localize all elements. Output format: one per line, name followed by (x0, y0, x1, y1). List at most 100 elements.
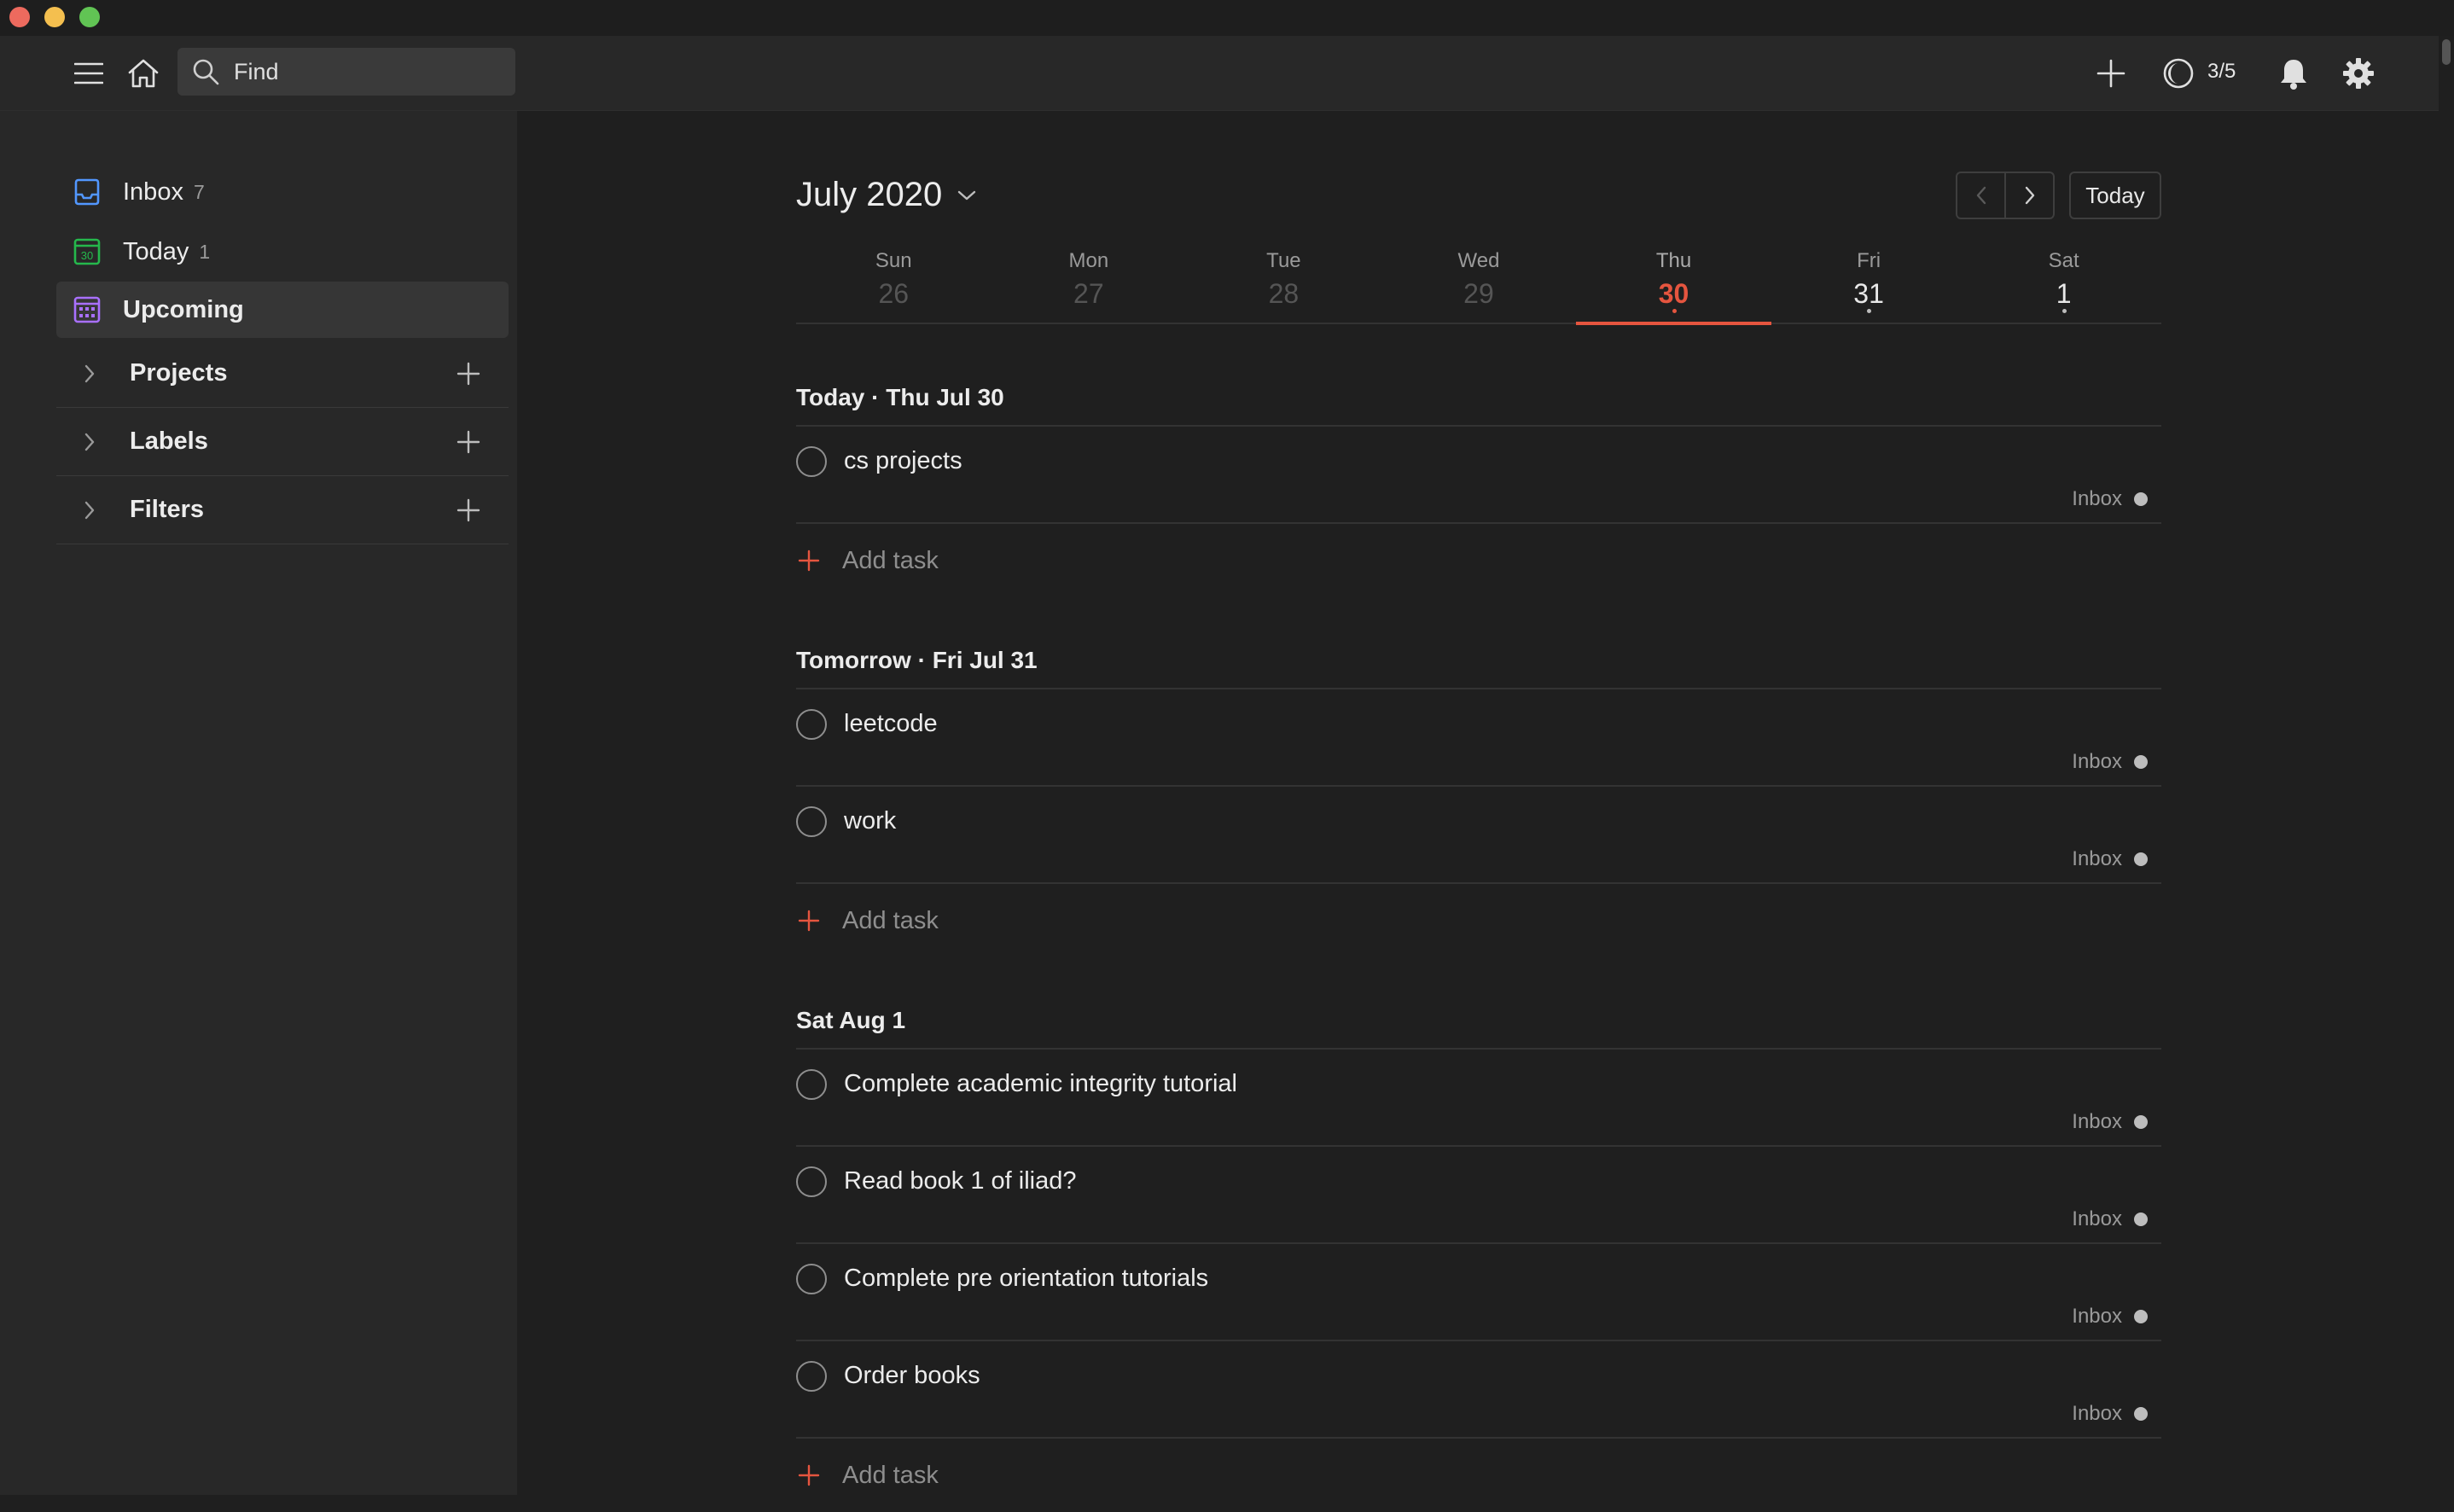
day-wed[interactable]: Wed 29 (1381, 237, 1577, 323)
task-name[interactable]: work (844, 807, 896, 835)
task-item[interactable]: cs projects Inbox (796, 427, 2161, 524)
task-item[interactable]: Read book 1 of iliad? Inbox (796, 1147, 2161, 1244)
bell-icon[interactable] (2275, 55, 2312, 92)
day-thu[interactable]: Thu 30 (1576, 237, 1771, 325)
task-name[interactable]: leetcode (844, 710, 938, 738)
add-task-label: Add task (842, 546, 939, 574)
chevron-right-icon[interactable] (75, 427, 104, 457)
task-name[interactable]: Complete pre orientation tutorials (844, 1265, 1208, 1293)
menu-icon[interactable] (72, 56, 106, 90)
task-project[interactable]: Inbox (2072, 1402, 2148, 1426)
scrollbar[interactable] (2439, 36, 2454, 1495)
project-label: Inbox (2072, 1207, 2122, 1230)
karma-progress[interactable]: 3/5 (2207, 60, 2236, 84)
add-task-label: Add task (842, 1461, 939, 1489)
karma-icon[interactable] (2160, 55, 2196, 91)
task-checkbox[interactable] (796, 1361, 827, 1392)
task-project[interactable]: Inbox (2072, 847, 2148, 871)
day-group-header: Today · Thu Jul 30 (796, 370, 2161, 427)
task-name[interactable]: Read book 1 of iliad? (844, 1167, 1076, 1195)
task-project[interactable]: Inbox (2072, 1110, 2148, 1134)
has-tasks-dot (1672, 309, 1677, 313)
sidebar-item-label: Today (123, 237, 189, 265)
home-icon[interactable] (125, 55, 162, 92)
zoom-window-button[interactable] (79, 7, 100, 27)
today-button[interactable]: Today (2069, 172, 2161, 219)
task-project[interactable]: Inbox (2072, 487, 2148, 511)
sidebar-section-labels[interactable]: Labels (56, 408, 509, 476)
search-bar[interactable] (177, 48, 515, 96)
task-checkbox[interactable] (796, 1264, 827, 1294)
add-task-button[interactable]: Add task (796, 524, 2161, 597)
chevron-right-icon[interactable] (75, 359, 104, 388)
day-sun[interactable]: Sun 26 (796, 237, 991, 323)
chevron-down-icon (957, 183, 981, 207)
section-label: Projects (130, 359, 228, 387)
task-item[interactable]: work Inbox (796, 787, 2161, 884)
task-item[interactable]: Complete pre orientation tutorials Inbox (796, 1244, 2161, 1341)
minimize-window-button[interactable] (44, 7, 65, 27)
sidebar-item-label: Upcoming (123, 295, 244, 323)
calendar-upcoming-icon (72, 294, 102, 325)
sidebar-item-count: 1 (199, 240, 211, 263)
task-name[interactable]: Order books (844, 1362, 980, 1390)
day-sat[interactable]: Sat 1 (1966, 237, 2161, 323)
sidebar-section-projects[interactable]: Projects (56, 340, 509, 408)
has-tasks-dot (2061, 309, 2067, 313)
add-task-button[interactable]: Add task (796, 1439, 2161, 1512)
main-content: July 2020 Today Sun 26 Mon 27 Tue 28 Wed… (517, 111, 2439, 1495)
day-tue[interactable]: Tue 28 (1186, 237, 1381, 323)
day-number: 30 (1658, 278, 1689, 309)
add-label-icon[interactable] (454, 427, 483, 457)
previous-week-button[interactable] (1957, 173, 2004, 218)
task-project[interactable]: Inbox (2072, 750, 2148, 774)
sidebar-section-filters[interactable]: Filters (56, 476, 509, 544)
add-project-icon[interactable] (454, 359, 483, 388)
project-color-dot (2134, 1213, 2148, 1226)
day-mon[interactable]: Mon 27 (991, 237, 1187, 323)
sidebar: Inbox 7 30 Today 1 Upcoming Projects Lab… (0, 111, 517, 1495)
inbox-icon (72, 177, 102, 207)
scrollbar-thumb[interactable] (2442, 39, 2451, 65)
task-item[interactable]: Complete academic integrity tutorial Inb… (796, 1050, 2161, 1147)
search-input[interactable] (234, 58, 490, 85)
day-number: 26 (878, 278, 910, 309)
task-item[interactable]: leetcode Inbox (796, 689, 2161, 787)
day-name: Wed (1457, 249, 1500, 272)
task-checkbox[interactable] (796, 446, 827, 477)
window-titlebar (0, 0, 2454, 36)
sidebar-item-inbox[interactable]: Inbox 7 (56, 164, 509, 220)
add-task-button[interactable]: Add task (796, 884, 2161, 957)
next-week-button[interactable] (2004, 173, 2053, 218)
task-name[interactable]: cs projects (844, 447, 962, 475)
day-name: Sun (875, 249, 912, 272)
project-label: Inbox (2072, 487, 2122, 510)
task-checkbox[interactable] (796, 1069, 827, 1100)
task-project[interactable]: Inbox (2072, 1207, 2148, 1231)
project-label: Inbox (2072, 847, 2122, 870)
add-icon[interactable] (2092, 55, 2130, 92)
gear-icon[interactable] (2340, 55, 2377, 92)
task-item[interactable]: Order books Inbox (796, 1341, 2161, 1439)
day-number: 1 (2056, 278, 2072, 309)
month-picker[interactable]: July 2020 (796, 176, 981, 214)
project-color-dot (2134, 852, 2148, 866)
sidebar-item-today[interactable]: 30 Today 1 (56, 224, 509, 280)
section-label: Filters (130, 496, 205, 523)
chevron-right-icon (2025, 186, 2034, 205)
chevron-right-icon[interactable] (75, 496, 104, 525)
task-checkbox[interactable] (796, 1166, 827, 1197)
day-fri[interactable]: Fri 31 (1771, 237, 1967, 323)
month-label: July 2020 (796, 176, 943, 213)
add-filter-icon[interactable] (454, 496, 483, 525)
close-window-button[interactable] (9, 7, 30, 27)
task-checkbox[interactable] (796, 709, 827, 740)
week-strip: Sun 26 Mon 27 Tue 28 Wed 29 Thu 30 Fri 3… (796, 237, 2161, 325)
project-color-dot (2134, 492, 2148, 506)
day-number: 31 (1853, 278, 1884, 309)
sidebar-item-upcoming[interactable]: Upcoming (56, 282, 509, 338)
day-group-header: Tomorrow · Fri Jul 31 (796, 633, 2161, 689)
task-checkbox[interactable] (796, 806, 827, 837)
task-name[interactable]: Complete academic integrity tutorial (844, 1070, 1237, 1098)
task-project[interactable]: Inbox (2072, 1305, 2148, 1329)
